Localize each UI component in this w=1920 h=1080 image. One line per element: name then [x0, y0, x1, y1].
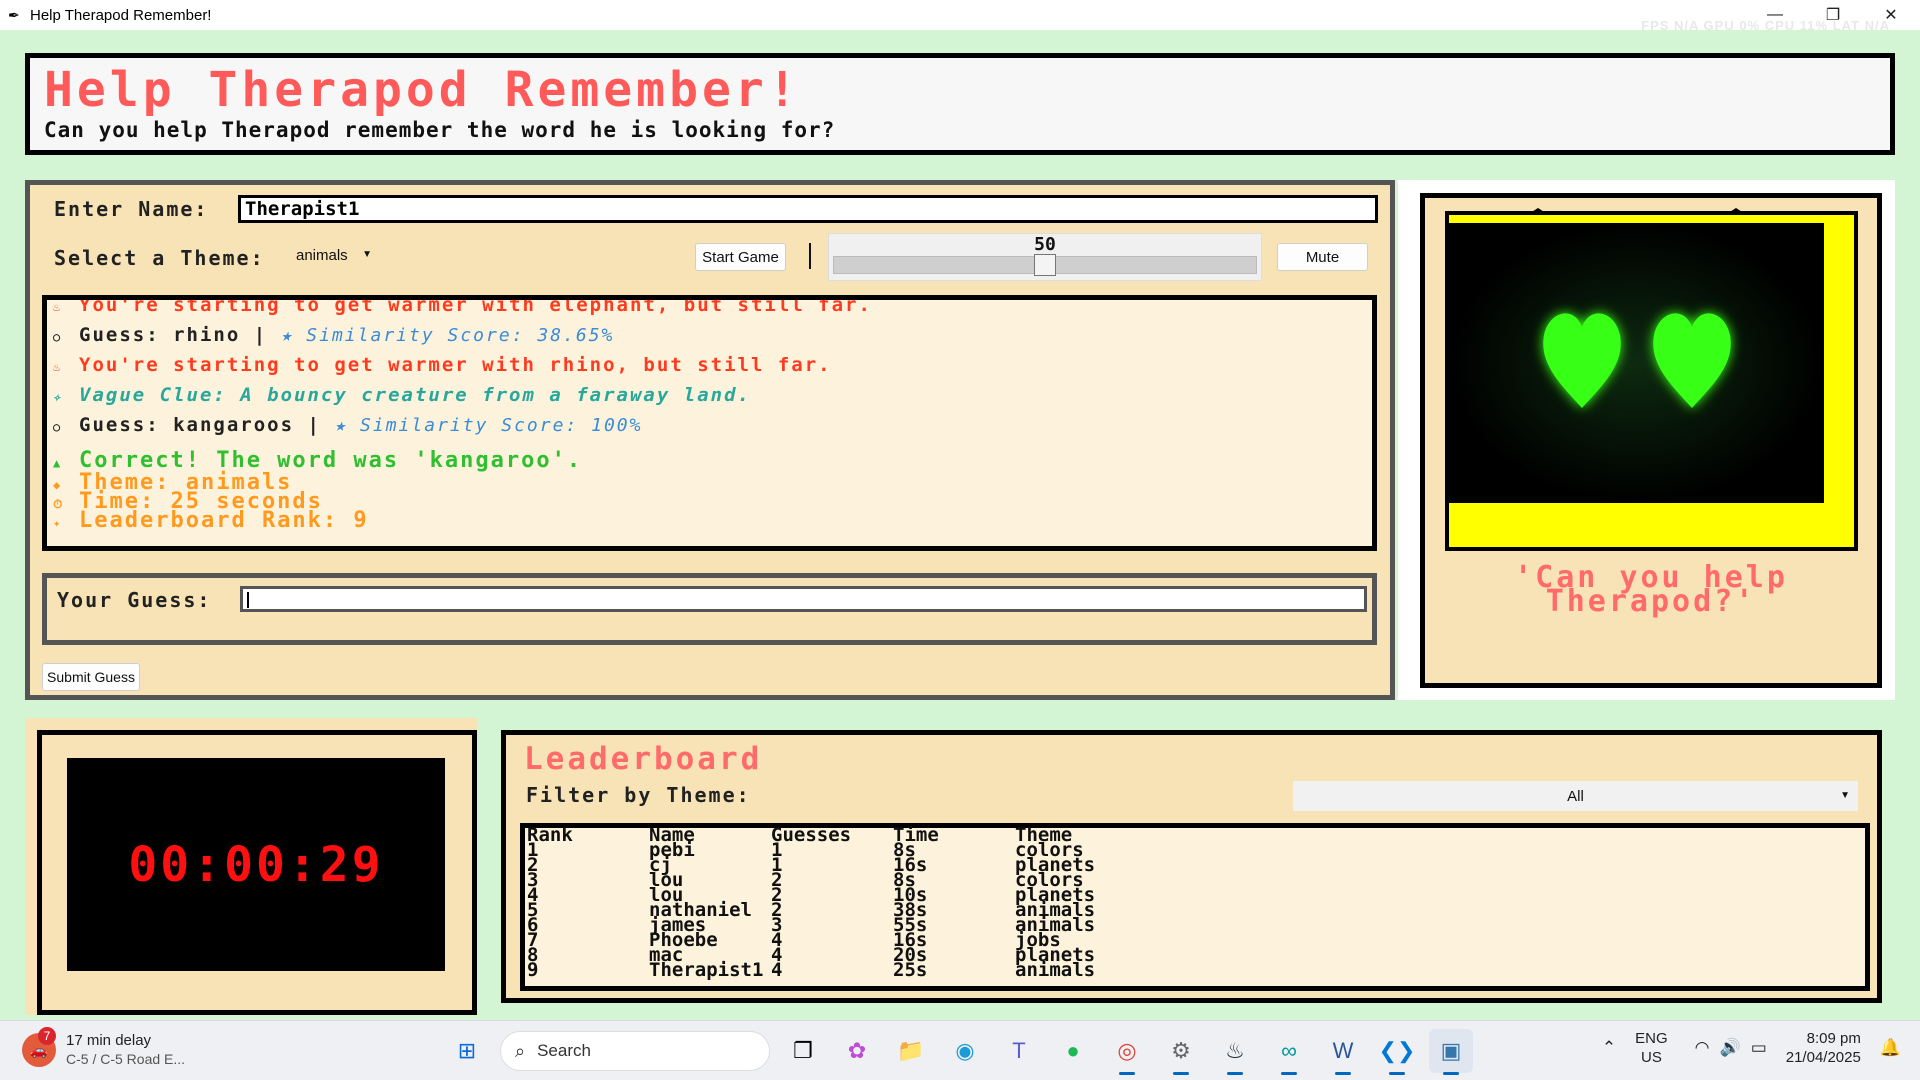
column-header: Guesses [771, 824, 852, 846]
similarity-score: Similarity Score: 100% [360, 415, 643, 436]
submit-guess-button[interactable]: Submit Guess [42, 663, 140, 691]
windows-start-icon[interactable]: ⊞ [445, 1029, 489, 1073]
search-icon: ⌕ [515, 1040, 526, 1061]
window-titlebar: ✒ Help Therapod Remember! FPS N/A GPU 0%… [0, 0, 1920, 33]
copilot-icon[interactable]: ✿ [835, 1029, 879, 1073]
guess-icon: ○ [53, 330, 63, 344]
text-cursor [247, 592, 249, 608]
character-speech: 'Can you help Therapod?' [1514, 560, 1788, 619]
warm-icon: ♨ [53, 360, 63, 374]
filter-label: Filter by Theme: [526, 783, 751, 807]
taskbar: 🚗 7 17 min delay C-5 / C-5 Road E... ⊞ ⌕… [0, 1020, 1920, 1080]
frame-decoration-icon [1527, 208, 1747, 215]
log-line: ✧ Vague Clue: A bouncy creature from a fa… [53, 384, 751, 406]
guess-input[interactable] [240, 586, 1367, 612]
python-app-icon[interactable]: ▣ [1429, 1029, 1473, 1075]
timer-panel: 00:00:29 [37, 730, 477, 1015]
theme-label: Select a Theme: [54, 246, 265, 270]
table-cell: Therapist1 [649, 959, 764, 981]
heart-eye-left-icon [1543, 313, 1621, 408]
game-panel: Enter Name: Therapist1 Select a Theme: a… [25, 180, 1395, 700]
theme-select-value: animals [296, 247, 348, 264]
similarity-score: Similarity Score: 38.65% [306, 325, 615, 346]
caret-down-icon: ▼ [1840, 790, 1850, 801]
table-cell: animals [1015, 959, 1096, 981]
notifications-icon[interactable]: 🔔 [1880, 1038, 1901, 1058]
clock-icon: ⏱ [53, 497, 65, 511]
warm-icon: ♨ [53, 300, 63, 314]
system-clock[interactable]: 8:09 pm 21/04/2025 [1786, 1029, 1861, 1067]
theme-select[interactable]: animals ▼ [288, 241, 380, 271]
page-subtitle: Can you help Therapod remember the word … [44, 118, 836, 142]
timer-area: 00:00:29 [25, 718, 477, 1015]
traffic-subtitle: C-5 / C-5 Road E... [66, 1051, 186, 1067]
name-input[interactable]: Therapist1 [238, 195, 1378, 223]
character-display [1445, 208, 1858, 551]
log-line: ♨ You're starting to get warmer with rhin… [53, 354, 832, 376]
mute-button[interactable]: Mute [1277, 243, 1368, 271]
taskbar-search[interactable]: ⌕ Search [500, 1031, 770, 1071]
steam-icon[interactable]: ♨ [1213, 1029, 1257, 1075]
medal-icon: ✦ [53, 516, 63, 530]
teams-icon[interactable]: T [997, 1029, 1041, 1073]
guess-panel: Your Guess: [42, 573, 1377, 645]
page-title: Help Therapod Remember! [44, 62, 801, 118]
caret-down-icon: ▼ [362, 249, 372, 260]
volume-value: 50 [1034, 234, 1056, 255]
therapod-face [1449, 223, 1824, 503]
leaderboard-title: Leaderboard [524, 741, 763, 777]
theme-icon: ◆ [53, 478, 63, 492]
notification-badge: 7 [38, 1027, 56, 1045]
car-icon: 🚗 7 [22, 1027, 56, 1067]
wifi-icon[interactable]: ◠ [1695, 1038, 1710, 1058]
volume-icon[interactable]: 🔊 [1720, 1038, 1741, 1058]
chevron-up-icon[interactable]: ⌃ [1602, 1038, 1616, 1058]
spotify-icon[interactable]: ● [1051, 1029, 1095, 1073]
leaderboard-panel: Leaderboard Filter by Theme: All ▼ Rank N… [501, 730, 1882, 1003]
name-label: Enter Name: [54, 197, 209, 221]
language-indicator[interactable]: ENG US [1635, 1029, 1668, 1067]
volume-slider[interactable]: 50 [828, 233, 1262, 281]
guess-label: Your Guess: [57, 588, 212, 612]
volume-thumb[interactable] [1034, 254, 1056, 276]
clue-icon: ✧ [53, 390, 63, 404]
window-title: Help Therapod Remember! [30, 6, 212, 24]
battery-icon[interactable]: ▭ [1751, 1038, 1767, 1058]
minimize-button[interactable]: — [1746, 0, 1804, 30]
arduino-icon[interactable]: ∞ [1267, 1029, 1311, 1075]
theme-filter-value: All [1567, 787, 1584, 805]
timer-display: 00:00:29 [67, 758, 445, 971]
word-icon[interactable]: W [1321, 1029, 1365, 1075]
character-panel: 'Can you help Therapod?' [1420, 193, 1882, 688]
chrome-icon[interactable]: ◎ [1105, 1029, 1149, 1075]
separator [809, 243, 811, 269]
table-cell: 4 [771, 959, 783, 981]
feather-icon: ✒ [8, 7, 20, 23]
result-rank: ✦ Leaderboard Rank: 9 [53, 508, 369, 533]
search-placeholder: Search [537, 1041, 591, 1060]
game-log[interactable]: ♨ You're starting to get warmer with elep… [42, 295, 1377, 551]
leaderboard-table[interactable]: Rank Name Guesses Time Theme 1 pebi 1 8s colors 2 c… [520, 823, 1870, 991]
traffic-title: 17 min delay [66, 1032, 152, 1049]
file-explorer-icon[interactable]: 📁 [889, 1029, 933, 1073]
log-line: ♨ You're starting to get warmer with elep… [53, 295, 872, 316]
close-button[interactable]: ✕ [1862, 0, 1920, 30]
header-panel: Help Therapod Remember! Can you help The… [25, 53, 1895, 155]
restore-button[interactable]: ❐ [1804, 0, 1862, 30]
task-view-icon[interactable]: ❐ [781, 1029, 825, 1073]
start-game-button[interactable]: Start Game [695, 243, 786, 271]
traffic-widget[interactable]: 🚗 7 17 min delay C-5 / C-5 Road E... [22, 1027, 186, 1069]
guess-icon: ○ [53, 420, 63, 434]
trophy-icon: ▲ [53, 456, 63, 470]
character-area: 'Can you help Therapod?' [1398, 180, 1895, 700]
settings-icon[interactable]: ⚙ [1159, 1029, 1203, 1075]
vscode-icon[interactable]: ❮❯ [1375, 1029, 1419, 1075]
table-cell: 9 [527, 959, 539, 981]
edge-icon[interactable]: ◉ [943, 1029, 987, 1073]
theme-filter-select[interactable]: All ▼ [1293, 781, 1858, 811]
table-cell: 25s [893, 959, 928, 981]
heart-eye-right-icon [1653, 313, 1731, 408]
log-line: ○ Guess: rhino | ★ Similarity Score: 38.6… [53, 324, 615, 346]
log-line: ○ Guess: kangaroos | ★ Similarity Score: … [53, 414, 643, 436]
